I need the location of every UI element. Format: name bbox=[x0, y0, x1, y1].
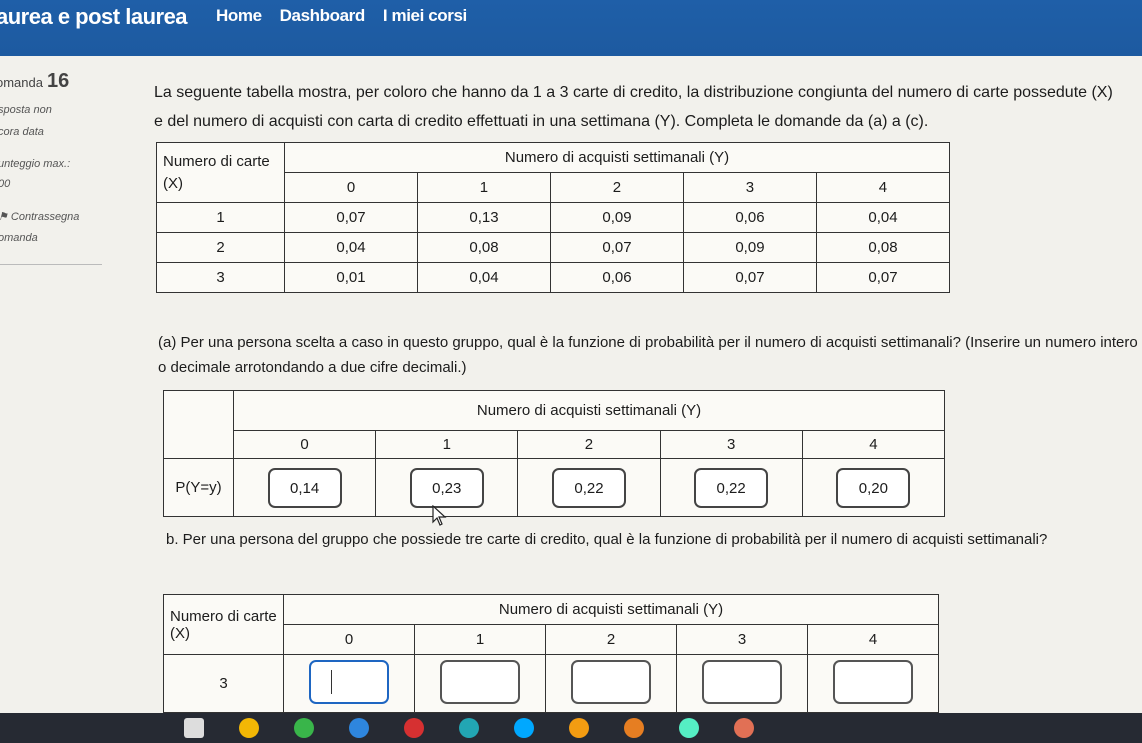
image-icon[interactable] bbox=[349, 718, 369, 738]
table-cell: 0,13 bbox=[416, 202, 551, 233]
browser-icon[interactable] bbox=[514, 718, 534, 738]
part-a-prompt: (a) Per una persona scelta a caso in que… bbox=[158, 334, 1138, 376]
answer-input-b-y1[interactable] bbox=[440, 659, 520, 704]
row-header-cell: Numero di carte (X) bbox=[163, 594, 284, 655]
chat-icon[interactable] bbox=[459, 718, 479, 738]
table-row: 2 0,04 0,08 0,07 0,09 0,08 bbox=[156, 232, 951, 263]
question-number: omanda 16 bbox=[0, 70, 69, 93]
main-nav: Home Dashboard I miei corsi bbox=[216, 6, 467, 26]
points-line-2: 00 bbox=[0, 178, 11, 190]
flag-line-2: omanda bbox=[0, 232, 38, 244]
row-label: P(Y=y) bbox=[163, 458, 234, 517]
answer-input-y3[interactable]: 0,22 bbox=[694, 467, 769, 508]
sidebar-divider bbox=[0, 264, 102, 265]
answer-input-y4[interactable]: 0,20 bbox=[836, 467, 911, 508]
table-cell: 0,07 bbox=[682, 262, 817, 293]
part-b-prompt: b. Per una persona del gruppo che possie… bbox=[166, 531, 1048, 548]
answer-input-b-y0[interactable] bbox=[309, 659, 389, 704]
site-brand[interactable]: aurea e post laurea bbox=[0, 4, 188, 30]
nav-dashboard-link[interactable]: Dashboard bbox=[280, 6, 366, 26]
col-label: 1 bbox=[416, 172, 551, 203]
table-cell: 0,04 bbox=[815, 202, 951, 233]
answer-input-b-y2[interactable] bbox=[571, 659, 651, 704]
table-cell: 0,04 bbox=[416, 262, 551, 293]
top-navbar: aurea e post laurea Home Dashboard I mie… bbox=[0, 0, 1142, 56]
row-label: 3 bbox=[163, 654, 284, 713]
table-cell: 0,08 bbox=[815, 232, 951, 263]
settings-icon[interactable] bbox=[679, 718, 699, 738]
flag-question-link[interactable]: ⚑ Contrassegna bbox=[0, 210, 79, 223]
col-label: 3 bbox=[682, 172, 817, 203]
col-label: 1 bbox=[414, 624, 546, 655]
os-taskbar bbox=[0, 713, 1142, 743]
table-cell: 0,06 bbox=[549, 262, 684, 293]
table-row: 3 bbox=[163, 654, 939, 713]
answer-input-b-y3[interactable] bbox=[702, 659, 782, 704]
globe-icon-3[interactable] bbox=[734, 718, 754, 738]
part-a-answer-table: Numero di acquisti settimanali (Y) 0 1 2… bbox=[163, 390, 946, 517]
col-label: 0 bbox=[283, 624, 415, 655]
answer-input-b-y4[interactable] bbox=[833, 659, 913, 704]
mouse-cursor-icon bbox=[432, 505, 447, 526]
col-label: 0 bbox=[232, 430, 377, 459]
question-number-value: 16 bbox=[46, 70, 70, 92]
table-row: 1 0,07 0,13 0,09 0,06 0,04 bbox=[156, 202, 951, 233]
row-header-cell: Numero di carte (X) bbox=[156, 142, 285, 203]
row-label: 2 bbox=[156, 232, 285, 263]
col-label: 2 bbox=[517, 430, 661, 459]
status-line-1: sposta non bbox=[0, 104, 52, 116]
row-label: 3 bbox=[156, 262, 285, 293]
col-label: 3 bbox=[676, 624, 808, 655]
globe-icon-2[interactable] bbox=[624, 718, 644, 738]
table-cell: 0,06 bbox=[682, 202, 817, 233]
part-b-answer-table: Numero di carte (X) Numero di acquisti s… bbox=[163, 594, 939, 713]
col-label: 4 bbox=[815, 172, 951, 203]
col-label: 0 bbox=[284, 172, 418, 203]
table-cell: 0,07 bbox=[815, 262, 951, 293]
flag-label: Contrassegna bbox=[10, 211, 80, 223]
answer-input-y2[interactable]: 0,22 bbox=[551, 467, 626, 508]
col-header-cell: Numero di acquisti settimanali (Y) bbox=[283, 594, 939, 625]
row-label: 1 bbox=[156, 202, 285, 233]
col-label: 4 bbox=[801, 430, 946, 459]
nav-my-courses-link[interactable]: I miei corsi bbox=[383, 6, 467, 26]
flag-icon: ⚑ bbox=[0, 211, 11, 223]
points-line-1: unteggio max.: bbox=[0, 158, 71, 170]
status-line-2: cora data bbox=[0, 126, 44, 138]
col-header-cell: Numero di acquisti settimanali (Y) bbox=[233, 390, 945, 431]
table-cell: 0,04 bbox=[284, 232, 418, 263]
table-cell: 0,09 bbox=[549, 202, 684, 233]
chrome-icon[interactable] bbox=[239, 718, 259, 738]
col-label: 1 bbox=[375, 430, 519, 459]
col-header-cell: Numero di acquisti settimanali (Y) bbox=[284, 142, 950, 173]
globe-icon[interactable] bbox=[569, 718, 589, 738]
table-cell: 0,01 bbox=[284, 262, 418, 293]
question-label: omanda bbox=[0, 75, 43, 90]
answer-input-y1[interactable]: 0,23 bbox=[409, 467, 484, 508]
nav-home-link[interactable]: Home bbox=[216, 6, 262, 26]
col-label: 2 bbox=[545, 624, 677, 655]
col-label: 2 bbox=[549, 172, 684, 203]
answer-input-y0[interactable]: 0,14 bbox=[267, 467, 342, 508]
table-cell: 0,07 bbox=[284, 202, 418, 233]
joint-distribution-table: Numero di carte (X) Numero di acquisti s… bbox=[156, 142, 951, 293]
table-row: 3 0,01 0,04 0,06 0,07 0,07 bbox=[156, 262, 951, 293]
col-label: 3 bbox=[659, 430, 803, 459]
table-cell: 0,07 bbox=[549, 232, 684, 263]
question-intro: La seguente tabella mostra, per coloro c… bbox=[154, 84, 1113, 130]
stack-icon[interactable] bbox=[294, 718, 314, 738]
empty-corner-cell bbox=[163, 390, 234, 459]
table-cell: 0,09 bbox=[682, 232, 817, 263]
files-icon[interactable] bbox=[184, 718, 204, 738]
col-label: 4 bbox=[807, 624, 939, 655]
table-row: P(Y=y) 0,14 0,23 0,22 0,22 0,20 bbox=[163, 458, 946, 517]
table-cell: 0,08 bbox=[416, 232, 551, 263]
code-icon[interactable] bbox=[404, 718, 424, 738]
